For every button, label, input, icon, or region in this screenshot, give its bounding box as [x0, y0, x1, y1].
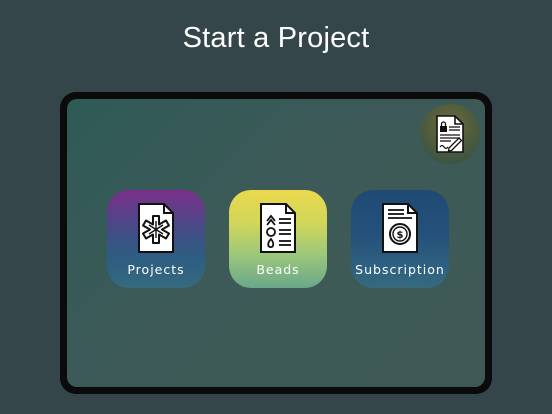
tablet-frame: Projects Beads $ Subscription: [60, 92, 492, 394]
document-lock-icon: [436, 115, 464, 153]
page-title: Start a Project: [182, 22, 370, 54]
document-asterisk-icon: [138, 203, 174, 253]
document-list-icon: [260, 203, 296, 253]
tablet-screen: Projects Beads $ Subscription: [67, 99, 485, 387]
project-tiles: Projects Beads $ Subscription: [107, 190, 449, 288]
document-lock-button[interactable]: [420, 104, 480, 164]
beads-tile[interactable]: Beads: [229, 190, 327, 288]
subscription-tile[interactable]: $ Subscription: [351, 190, 449, 288]
document-dollar-icon: $: [382, 203, 418, 253]
svg-text:$: $: [397, 230, 404, 241]
beads-label: Beads: [256, 262, 300, 277]
projects-tile[interactable]: Projects: [107, 190, 205, 288]
projects-label: Projects: [127, 262, 185, 277]
subscription-label: Subscription: [355, 262, 445, 277]
